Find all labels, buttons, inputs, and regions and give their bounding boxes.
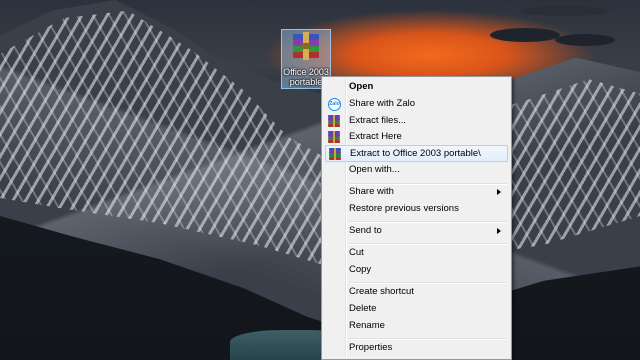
winrar-archive-icon <box>291 32 321 65</box>
winrar-icon <box>328 131 341 144</box>
menu-item-open[interactable]: Open <box>325 79 508 96</box>
menu-item-restore-previous-versions[interactable]: Restore previous versions <box>325 201 508 218</box>
winrar-icon <box>328 115 341 128</box>
menu-item-create-shortcut[interactable]: Create shortcut <box>325 284 508 301</box>
submenu-arrow-icon <box>497 189 501 195</box>
zalo-icon: Zalo <box>328 98 341 111</box>
submenu-arrow-icon <box>497 228 501 234</box>
menu-item-rename[interactable]: Rename <box>325 318 508 335</box>
menu-item-send-to[interactable]: Send to <box>325 223 508 240</box>
menu-item-delete[interactable]: Delete <box>325 301 508 318</box>
menu-item-properties[interactable]: Properties <box>325 340 508 357</box>
menu-item-open-with[interactable]: Open with... <box>325 162 508 179</box>
context-menu: Open Zalo Share with Zalo Extract files.… <box>321 76 512 360</box>
cloud <box>555 34 615 46</box>
menu-item-copy[interactable]: Copy <box>325 262 508 279</box>
winrar-icon <box>329 148 342 161</box>
menu-item-extract-to-folder[interactable]: Extract to Office 2003 portable\ <box>325 145 508 162</box>
menu-item-extract-files[interactable]: Extract files... <box>325 113 508 130</box>
menu-item-cut[interactable]: Cut <box>325 245 508 262</box>
menu-item-share-with-zalo[interactable]: Zalo Share with Zalo <box>325 96 508 113</box>
menu-item-share-with[interactable]: Share with <box>325 184 508 201</box>
menu-item-extract-here[interactable]: Extract Here <box>325 129 508 146</box>
cloud <box>520 6 610 16</box>
cloud <box>490 28 560 42</box>
